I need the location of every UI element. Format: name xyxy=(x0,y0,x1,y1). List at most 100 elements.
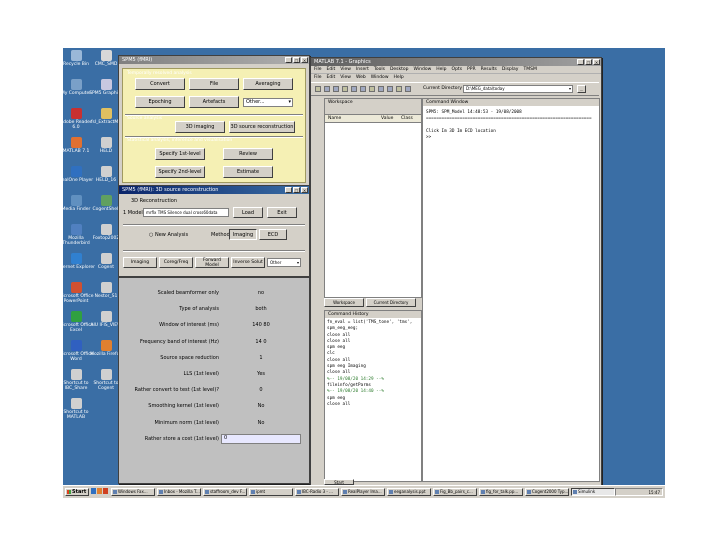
taskbar-button[interactable]: IBC-Radio 3 - ... xyxy=(295,488,339,496)
menu-item[interactable]: Results xyxy=(481,67,497,72)
menu-item[interactable]: Tools xyxy=(374,67,385,72)
desktop-icon[interactable] xyxy=(91,488,96,494)
open-icon[interactable] xyxy=(324,86,330,92)
desktop-shortcut[interactable]: Shortcut to MATLAB xyxy=(56,398,96,420)
menu-item[interactable]: File xyxy=(314,67,322,72)
minimize-button[interactable]: _ xyxy=(577,59,584,65)
guide-icon[interactable] xyxy=(387,86,393,92)
ws-header-value[interactable]: Value xyxy=(381,115,393,122)
maximize-button[interactable]: □ xyxy=(585,59,592,65)
matlab-titlebar[interactable]: MATLAB 7.1 - Graphics _ □ × xyxy=(311,58,601,66)
artefacts-button[interactable]: Artefacts xyxy=(189,96,239,108)
minimize-button[interactable]: _ xyxy=(285,187,292,193)
taskbar-button[interactable]: staffroom_dev F... xyxy=(203,488,247,496)
menu-item[interactable]: File xyxy=(314,75,322,80)
recon-action-button[interactable]: Imaging xyxy=(123,257,157,268)
history-titlebar[interactable]: Command History xyxy=(325,311,421,318)
menu-item[interactable]: Web xyxy=(356,75,366,80)
start-button[interactable]: Start xyxy=(65,488,89,496)
menu-item[interactable]: Display xyxy=(502,67,519,72)
exit-button[interactable]: Exit xyxy=(267,207,297,218)
specify-1st-level-button[interactable]: Specify 1st-level xyxy=(155,148,205,160)
recon-action-button[interactable]: Coreg/Freq xyxy=(159,257,193,268)
menu-item[interactable]: Window xyxy=(371,75,389,80)
averaging-button[interactable]: Averaging xyxy=(243,78,293,90)
paste-icon[interactable] xyxy=(351,86,357,92)
menu-item[interactable]: Edit xyxy=(327,75,336,80)
taskbar-button[interactable]: Inbox - Mozilla T... xyxy=(157,488,201,496)
taskbar-button[interactable]: eeganalysis.ppt xyxy=(387,488,431,496)
model-field[interactable]: mrflx TMS Silence dual cross60data xyxy=(143,208,229,217)
parameter-value: 140 80 xyxy=(252,322,270,329)
copy-icon[interactable] xyxy=(342,86,348,92)
taskbar-button[interactable]: ipmt xyxy=(249,488,293,496)
clock[interactable]: 15:47 xyxy=(648,490,660,495)
maximize-button[interactable]: □ xyxy=(293,187,300,193)
spm-menu-titlebar[interactable]: SPM5 (fMRI) _ □ × xyxy=(119,56,309,64)
taskbar-button[interactable]: fig_for_talk.pp... xyxy=(479,488,523,496)
recon-action-button[interactable]: Forward Model xyxy=(195,257,229,268)
menu-item[interactable]: Edit xyxy=(327,67,336,72)
menu-item[interactable]: PPR xyxy=(467,67,476,72)
parameter-label: Type of analysis xyxy=(179,306,219,313)
imaging-method-button[interactable]: Imaging xyxy=(229,229,257,240)
maximize-button[interactable]: □ xyxy=(293,57,300,63)
source-reconstruction-button[interactable]: 3D source reconstruction xyxy=(229,121,295,133)
tab-workspace[interactable]: Workspace xyxy=(324,298,364,307)
recon-action-button[interactable]: Inverse Solut xyxy=(231,257,265,268)
workspace-titlebar[interactable]: Workspace xyxy=(325,99,421,106)
ecd-button[interactable]: ECD xyxy=(259,229,287,240)
close-button[interactable]: × xyxy=(301,187,308,193)
new-file-icon[interactable] xyxy=(315,86,321,92)
shortcut-label: Shortcut to MATLAB xyxy=(63,410,89,420)
menu-item[interactable]: Desktop xyxy=(390,67,409,72)
new-analysis-radio[interactable]: ○ New Analysis xyxy=(149,232,188,238)
menu-item[interactable]: Window xyxy=(414,67,432,72)
close-button[interactable]: × xyxy=(593,59,600,65)
load-button[interactable]: Load xyxy=(233,207,263,218)
menu-item[interactable]: Help xyxy=(436,67,446,72)
menu-item[interactable]: Help xyxy=(394,75,404,80)
epoching-button[interactable]: Epoching xyxy=(135,96,185,108)
menu-item[interactable]: Opts xyxy=(452,67,463,72)
history-line[interactable]: close all xyxy=(327,402,419,408)
ws-header-name[interactable]: Name xyxy=(328,115,341,122)
menu-item[interactable]: Insert xyxy=(356,67,369,72)
profiler-icon[interactable] xyxy=(396,86,402,92)
convert-button[interactable]: Convert xyxy=(135,78,185,90)
estimate-button[interactable]: Estimate xyxy=(223,166,273,178)
file-button[interactable]: File xyxy=(189,78,239,90)
taskbar-button-label: RealPlayer Ima... xyxy=(348,489,382,494)
taskbar-button[interactable]: Cogent2000 Typ... xyxy=(525,488,569,496)
taskbar-button[interactable]: Fig_Bb_pairs_c... xyxy=(433,488,477,496)
menu-item[interactable]: View xyxy=(340,67,351,72)
browser-icon[interactable] xyxy=(97,488,102,494)
matlab-icon[interactable] xyxy=(103,488,108,494)
redo-icon[interactable] xyxy=(369,86,375,92)
specify-2nd-level-button[interactable]: Specify 2nd-level xyxy=(155,166,205,178)
taskbar-button[interactable]: RealPlayer Ima... xyxy=(341,488,385,496)
ws-header-class[interactable]: Class xyxy=(401,115,413,122)
current-dir-field[interactable]: D:\MEG_data\today ▾ xyxy=(463,85,573,93)
taskbar-button[interactable]: Simulink xyxy=(571,488,615,496)
parameters-window: Scaled beamformer only no Type of analysis… xyxy=(118,277,310,484)
parameter-input[interactable]: 0 xyxy=(221,433,301,444)
minimize-button[interactable]: _ xyxy=(285,57,292,63)
reconstruction-titlebar[interactable]: SPM5 (fMRI): 3D source reconstruction _ □… xyxy=(119,186,309,194)
taskbar-button[interactable]: Windows Fax... xyxy=(111,488,155,496)
browse-folder-button[interactable]: … xyxy=(577,85,586,93)
tab-current-directory[interactable]: Current Directory xyxy=(366,298,416,307)
other-select[interactable]: Other ▾ xyxy=(267,258,301,267)
imaging-3d-button[interactable]: 3D imaging xyxy=(175,121,225,133)
simulink-icon[interactable] xyxy=(378,86,384,92)
command-output[interactable]: SPM5: SPM_Model 14:48:53 - 19/08/2008 ===… xyxy=(423,106,599,145)
menu-item[interactable]: View xyxy=(340,75,351,80)
help-icon[interactable] xyxy=(405,86,411,92)
command-window-titlebar[interactable]: Command Window xyxy=(423,99,599,106)
close-button[interactable]: × xyxy=(301,57,308,63)
cut-icon[interactable] xyxy=(333,86,339,92)
other-select[interactable]: Other... ▾ xyxy=(243,98,293,107)
menu-item[interactable]: TMSM xyxy=(523,67,536,72)
review-button[interactable]: Review xyxy=(223,148,273,160)
undo-icon[interactable] xyxy=(360,86,366,92)
